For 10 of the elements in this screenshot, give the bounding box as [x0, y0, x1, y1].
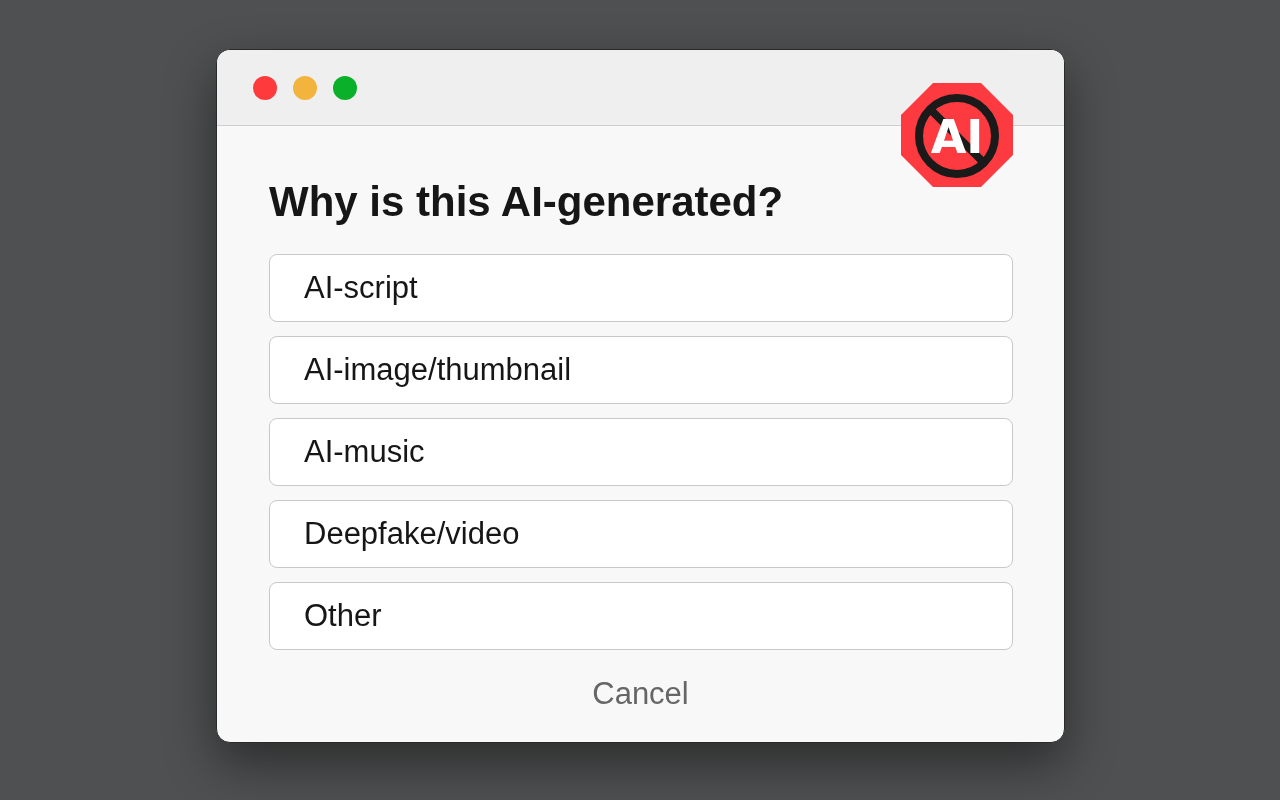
close-button[interactable]	[253, 75, 277, 100]
minimize-button[interactable]	[293, 75, 317, 100]
option-button[interactable]: AI-image/thumbnail	[269, 336, 1013, 404]
option-button[interactable]: Deepfake/video	[269, 500, 1013, 568]
zoom-button[interactable]	[333, 75, 357, 100]
option-button[interactable]: Other	[269, 582, 1013, 650]
option-button[interactable]: AI-script	[269, 254, 1013, 322]
cancel-button[interactable]: Cancel	[592, 674, 689, 714]
option-button[interactable]: AI-music	[269, 418, 1013, 486]
dialog-title: Why is this AI-generated?	[269, 177, 784, 227]
